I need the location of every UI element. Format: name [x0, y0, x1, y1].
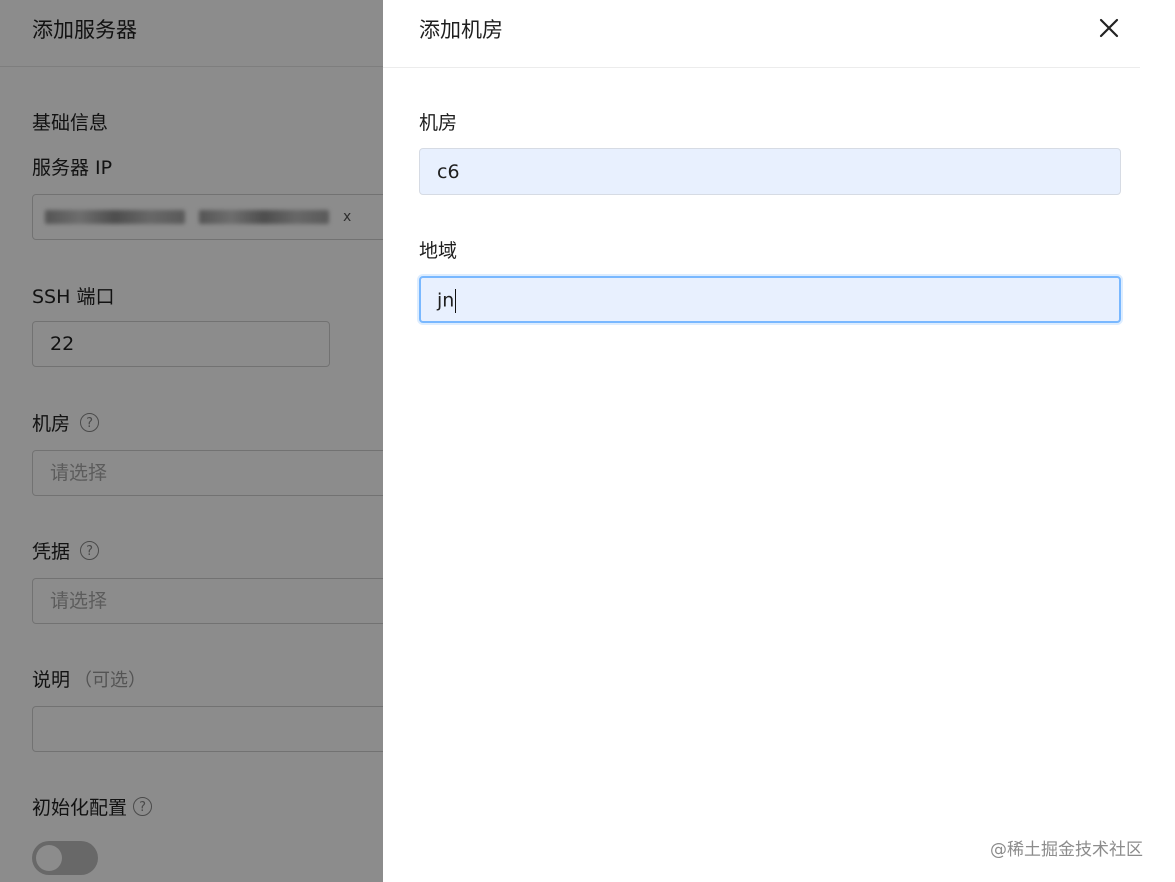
region-input[interactable]: jn: [419, 276, 1121, 323]
room-name-label: 机房: [419, 112, 458, 134]
region-value: jn: [437, 289, 455, 312]
close-icon[interactable]: [1095, 14, 1123, 42]
add-room-drawer: 添加机房 机房 c6 地域 jn: [383, 0, 1175, 882]
drawer-title: 添加机房: [419, 18, 503, 42]
drawer-header: 添加机房: [383, 0, 1140, 68]
room-name-value: c6: [437, 161, 460, 183]
region-label: 地域: [419, 240, 458, 262]
watermark: @稀土掘金技术社区: [990, 840, 1143, 860]
text-caret: [455, 289, 457, 313]
close-icon-glyph: [1099, 18, 1119, 38]
room-name-input[interactable]: c6: [419, 148, 1121, 195]
